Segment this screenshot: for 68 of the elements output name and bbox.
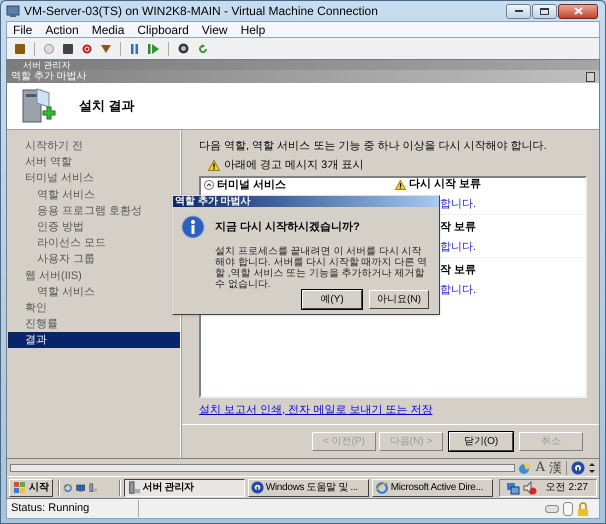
nav-item[interactable]: 터미널 서비스 — [8, 170, 180, 187]
collapse-icon[interactable] — [204, 180, 214, 190]
warning-summary: 아래에 경고 메시지 3개 표시 — [224, 158, 364, 173]
nav-item[interactable]: 시작하기 전 — [8, 138, 180, 154]
wizard-title: 역할 추가 마법사 — [11, 71, 87, 82]
start-button[interactable]: 시작 — [9, 478, 53, 496]
windows-logo-icon — [13, 481, 27, 494]
warning-icon — [208, 160, 220, 171]
result-status: 작 보류 — [440, 263, 476, 278]
taskbar-button[interactable]: 서버 관리자 — [124, 478, 245, 496]
window-title: VM-Server-03(TS) on WIN2K8-MAIN - Virtual Machine Connection — [24, 3, 378, 20]
shut-down-icon[interactable] — [82, 44, 92, 54]
menu-item[interactable]: Clipboard — [137, 20, 189, 38]
pause-icon[interactable] — [130, 44, 139, 54]
mouse-icon — [563, 502, 573, 516]
server-manager-title: 서버 관리자 — [23, 61, 71, 70]
taskbar-button[interactable]: Microsoft Active Dire... — [372, 478, 493, 496]
clock[interactable]: 오전 2:27 — [546, 480, 588, 495]
maximize-button[interactable] — [532, 4, 557, 18]
menu-item[interactable]: Help — [240, 20, 266, 38]
close-button[interactable] — [558, 4, 598, 18]
menu-item[interactable]: View — [202, 20, 228, 38]
taskbar-button[interactable]: Windows 도움말 및 ... — [248, 478, 369, 496]
input-mode-indicator[interactable]: A — [536, 458, 545, 478]
dialog-question: 지금 다시 시작하시겠습니까? — [215, 220, 361, 235]
server-icon — [126, 480, 141, 494]
hanja-button[interactable]: 漢 — [549, 458, 562, 478]
menu-item[interactable]: File — [13, 20, 32, 38]
result-detail: 합니다. — [440, 284, 476, 296]
resume-icon[interactable] — [148, 44, 159, 54]
nav-item[interactable]: 서버 역할 — [8, 154, 180, 170]
turn-off-icon[interactable] — [63, 44, 73, 54]
info-icon — [181, 215, 205, 239]
result-detail: 합니다. — [440, 198, 476, 210]
close-button[interactable] — [586, 72, 595, 82]
dialog-title: 역할 추가 마법사 — [175, 196, 251, 207]
result-detail: 합니다. — [440, 240, 476, 252]
dialog-message: 설치 프로세스를 끝내려면 이 서버를 다시 시작해야 합니다. 서버를 다시 시작할 때까지 다른 역할 ,역할 서비스 또는 기능을 추가하거나 제거할 수 없습니다. — [215, 246, 428, 290]
dialog-button[interactable]: 아니요(N) — [369, 290, 429, 308]
minimize-button[interactable] — [506, 4, 531, 18]
app-icon — [6, 4, 20, 18]
browser-icon — [374, 480, 389, 494]
menu-item[interactable]: Media — [92, 20, 124, 38]
save-state-icon[interactable] — [101, 44, 111, 54]
network-icon[interactable] — [506, 480, 520, 494]
nav-item[interactable]: 결과 — [8, 332, 180, 348]
revert-icon[interactable] — [198, 44, 208, 54]
server-add-icon — [21, 87, 57, 125]
result-status: 작 보류 — [440, 220, 476, 236]
menu-item[interactable]: Action — [45, 20, 79, 38]
close-icon — [574, 7, 582, 15]
speaker-muted-icon[interactable] — [522, 480, 537, 494]
result-status: 다시 시작 보류 — [409, 178, 482, 192]
snapshot-icon[interactable] — [178, 43, 189, 54]
status-text: Status: Running — [7, 500, 139, 517]
report-link[interactable]: 설치 보고서 인쇄, 전자 메일로 보내기 또는 저장 — [199, 402, 432, 418]
warning-icon — [395, 180, 406, 190]
options-icon[interactable] — [589, 462, 595, 474]
role-name: 터미널 서비스 — [217, 178, 286, 190]
lock-icon — [577, 502, 589, 516]
ctrl-alt-del-icon[interactable] — [15, 44, 25, 54]
start-icon[interactable] — [44, 44, 54, 54]
dialog-button[interactable]: 예(Y) — [302, 290, 362, 308]
nav-item[interactable]: 진행률 — [8, 316, 180, 332]
intro-text: 다음 역할, 역할 서비스 또는 기능 중 하나 이상을 다시 시작해야 합니다. — [199, 140, 548, 153]
wizard-button[interactable]: 닫기(O) — [449, 432, 513, 451]
keyboard-icon — [545, 504, 559, 512]
page-title: 설치 결과 — [79, 97, 135, 116]
